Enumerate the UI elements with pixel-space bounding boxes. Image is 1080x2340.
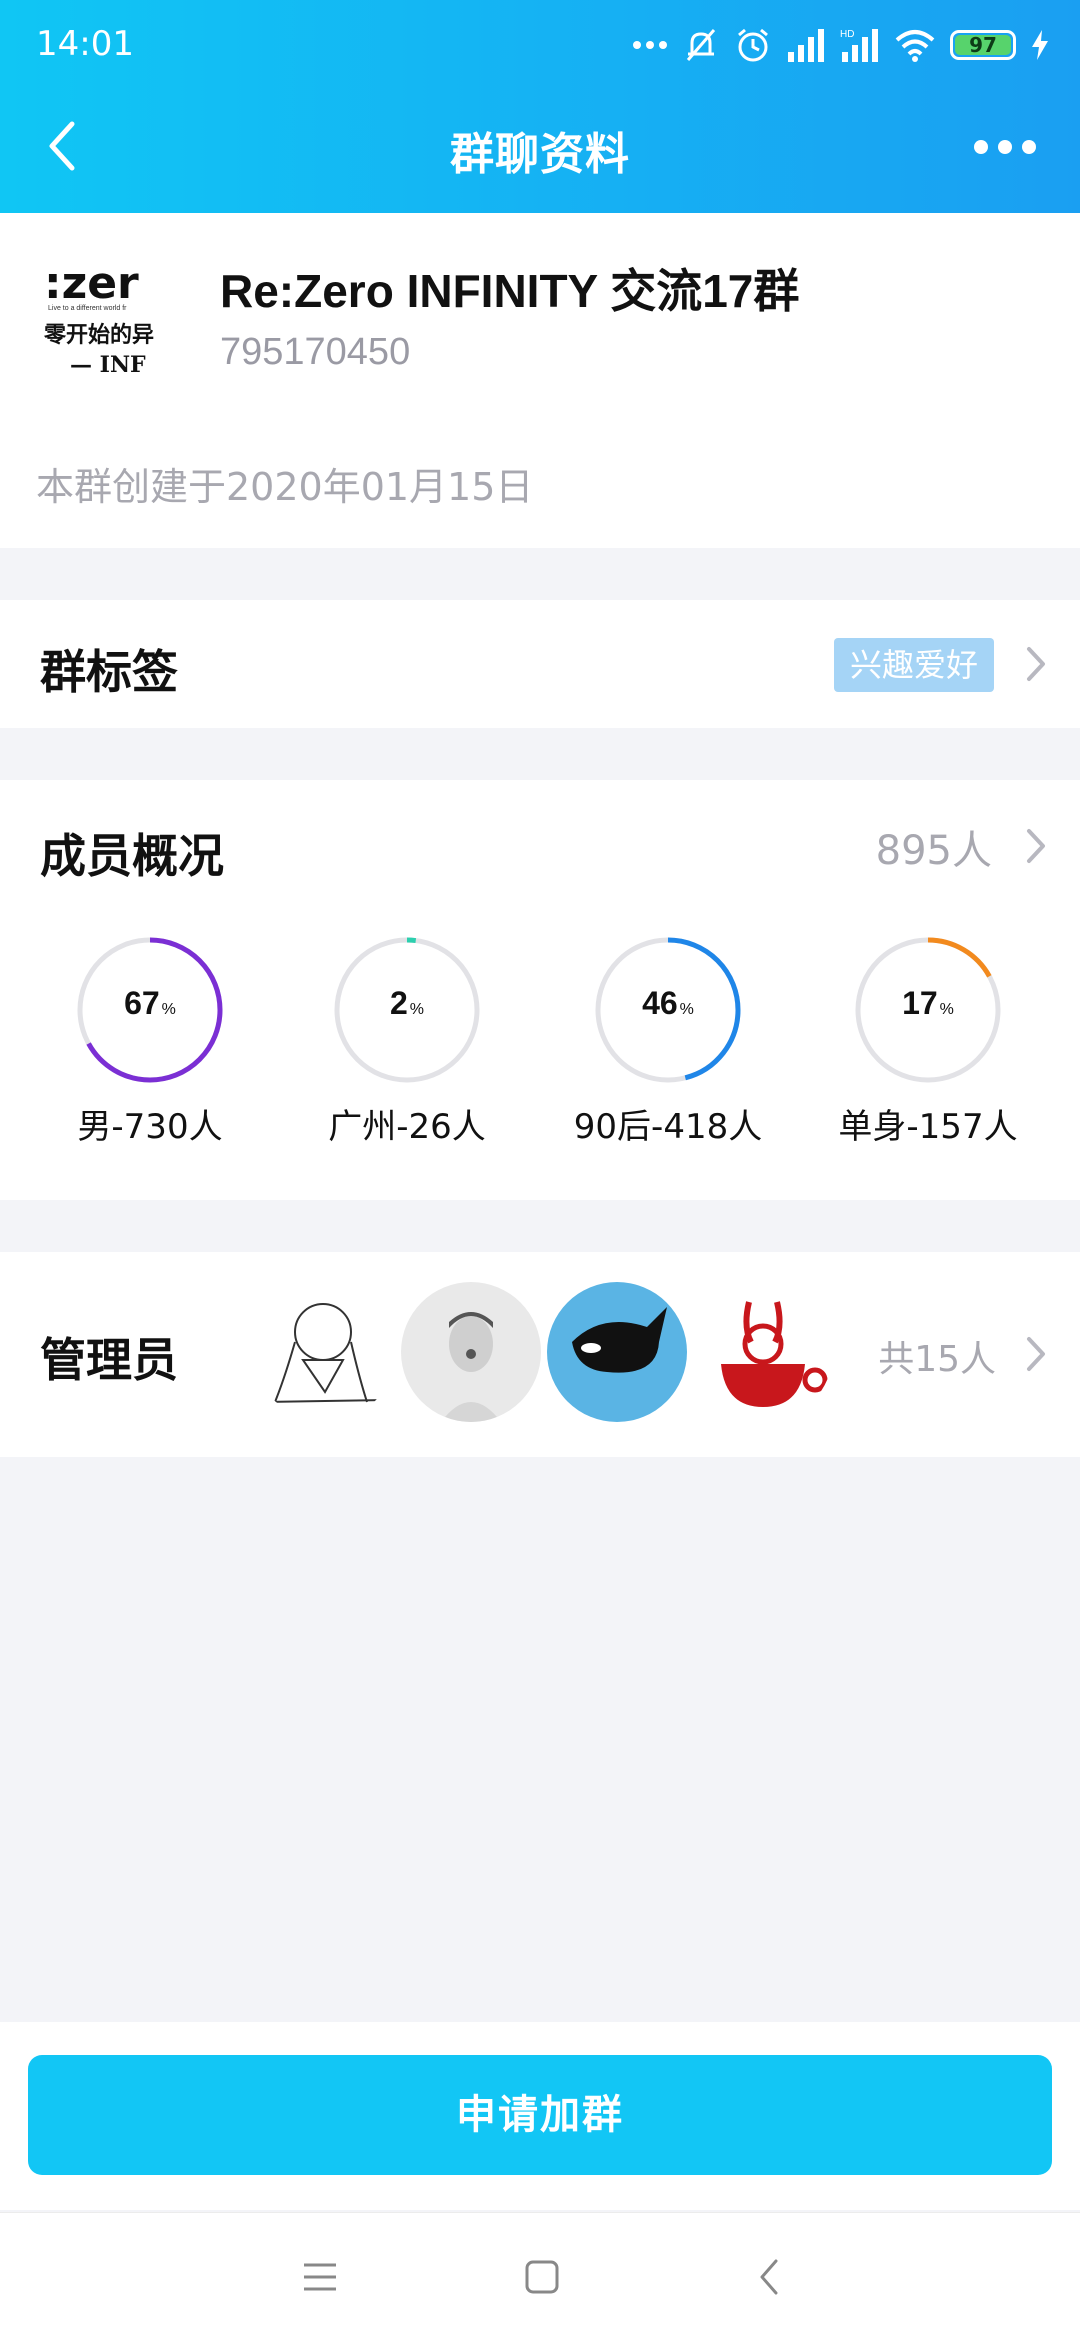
admin-avatars — [255, 1282, 833, 1427]
stat-single: 17% 单身-157人 — [798, 935, 1058, 1148]
join-group-button[interactable]: 申请加群 — [28, 2055, 1052, 2175]
bottom-action-bar: 申请加群 — [0, 2022, 1080, 2210]
status-time: 14:01 — [36, 24, 134, 64]
signal-icon — [788, 29, 824, 62]
group-created-date: 本群创建于2020年01月15日 — [36, 465, 534, 509]
admins-label: 管理员 — [40, 1333, 178, 1387]
mute-bell-icon — [686, 29, 716, 61]
alarm-icon — [738, 28, 768, 62]
page-title: 群聊资料 — [450, 129, 630, 180]
progress-ring: 2% — [332, 935, 482, 1085]
group-avatar[interactable]: :zer Live to a different world fr 零开始的异 … — [40, 258, 188, 406]
menu-icon[interactable] — [300, 2257, 340, 2297]
stat-age: 46% 90后-418人 — [538, 935, 798, 1148]
top-bar: 14:01 HD 97 群聊资料 — [0, 0, 1080, 213]
battery-icon: 97 — [950, 30, 1016, 60]
nav-bar: 群聊资料 — [0, 96, 1080, 196]
progress-ring: 46% — [593, 935, 743, 1085]
group-tags-row[interactable]: 群标签 兴趣爱好 — [0, 600, 1080, 728]
avatar[interactable] — [401, 1282, 541, 1422]
stat-label: 90后-418人 — [573, 1107, 763, 1147]
charging-icon — [1032, 30, 1048, 60]
svg-text:HD: HD — [840, 29, 854, 40]
avatar[interactable] — [693, 1282, 833, 1422]
tag-badge: 兴趣爱好 — [833, 638, 994, 692]
stat-location: 2% 广州-26人 — [277, 935, 537, 1148]
progress-ring: 67% — [75, 935, 225, 1085]
stat-percent: 46% — [642, 985, 694, 1021]
member-count: 895人 — [875, 828, 992, 874]
more-dots-icon — [633, 41, 667, 49]
avatar-text-3: — INF — [70, 352, 146, 378]
system-nav-bar — [0, 2212, 1080, 2340]
admin-total: 共15人 — [878, 1339, 996, 1380]
group-id: 795170450 — [220, 331, 411, 373]
stat-percent: 2% — [389, 985, 425, 1021]
hd-signal-icon: HD — [840, 29, 878, 62]
stat-label: 男-730人 — [77, 1107, 223, 1147]
stat-label: 单身-157人 — [838, 1107, 1018, 1147]
chevron-right-icon — [1027, 647, 1045, 681]
stat-percent: 17% — [902, 985, 954, 1021]
battery-level: 97 — [969, 33, 997, 57]
group-name: Re:Zero INFINITY 交流17群 — [220, 265, 800, 317]
stat-percent: 67% — [124, 985, 176, 1021]
avatar[interactable] — [547, 1282, 687, 1422]
progress-ring: 17% — [853, 935, 1003, 1085]
members-overview-card[interactable]: 成员概况 895人 67% 男-730人 2% 广州-26人 46 % 90后-… — [0, 780, 1080, 1200]
more-horizontal-icon[interactable] — [974, 132, 1044, 162]
chevron-right-icon — [1027, 1337, 1045, 1371]
group-info-card: :zer Live to a different world fr 零开始的异 … — [0, 213, 1080, 548]
wifi-icon — [895, 30, 935, 62]
admins-row[interactable]: 管理员 共15人 — [0, 1252, 1080, 1457]
status-bar: 14:01 HD 97 — [0, 0, 1080, 90]
avatar-text-1: :zer — [44, 258, 139, 309]
stat-label: 广州-26人 — [328, 1107, 486, 1147]
avatar-text-2: 零开始的异 — [43, 322, 154, 348]
avatar[interactable] — [255, 1282, 395, 1422]
home-icon[interactable] — [522, 2257, 562, 2297]
members-label: 成员概况 — [40, 829, 224, 883]
chevron-right-icon — [1027, 829, 1045, 863]
svg-text:Live to a different world fr: Live to a different world fr — [48, 305, 127, 312]
back-icon[interactable] — [750, 2257, 790, 2297]
stat-gender: 67% 男-730人 — [20, 935, 280, 1148]
status-icons: HD 97 — [632, 20, 1050, 70]
tags-label: 群标签 — [40, 645, 178, 699]
